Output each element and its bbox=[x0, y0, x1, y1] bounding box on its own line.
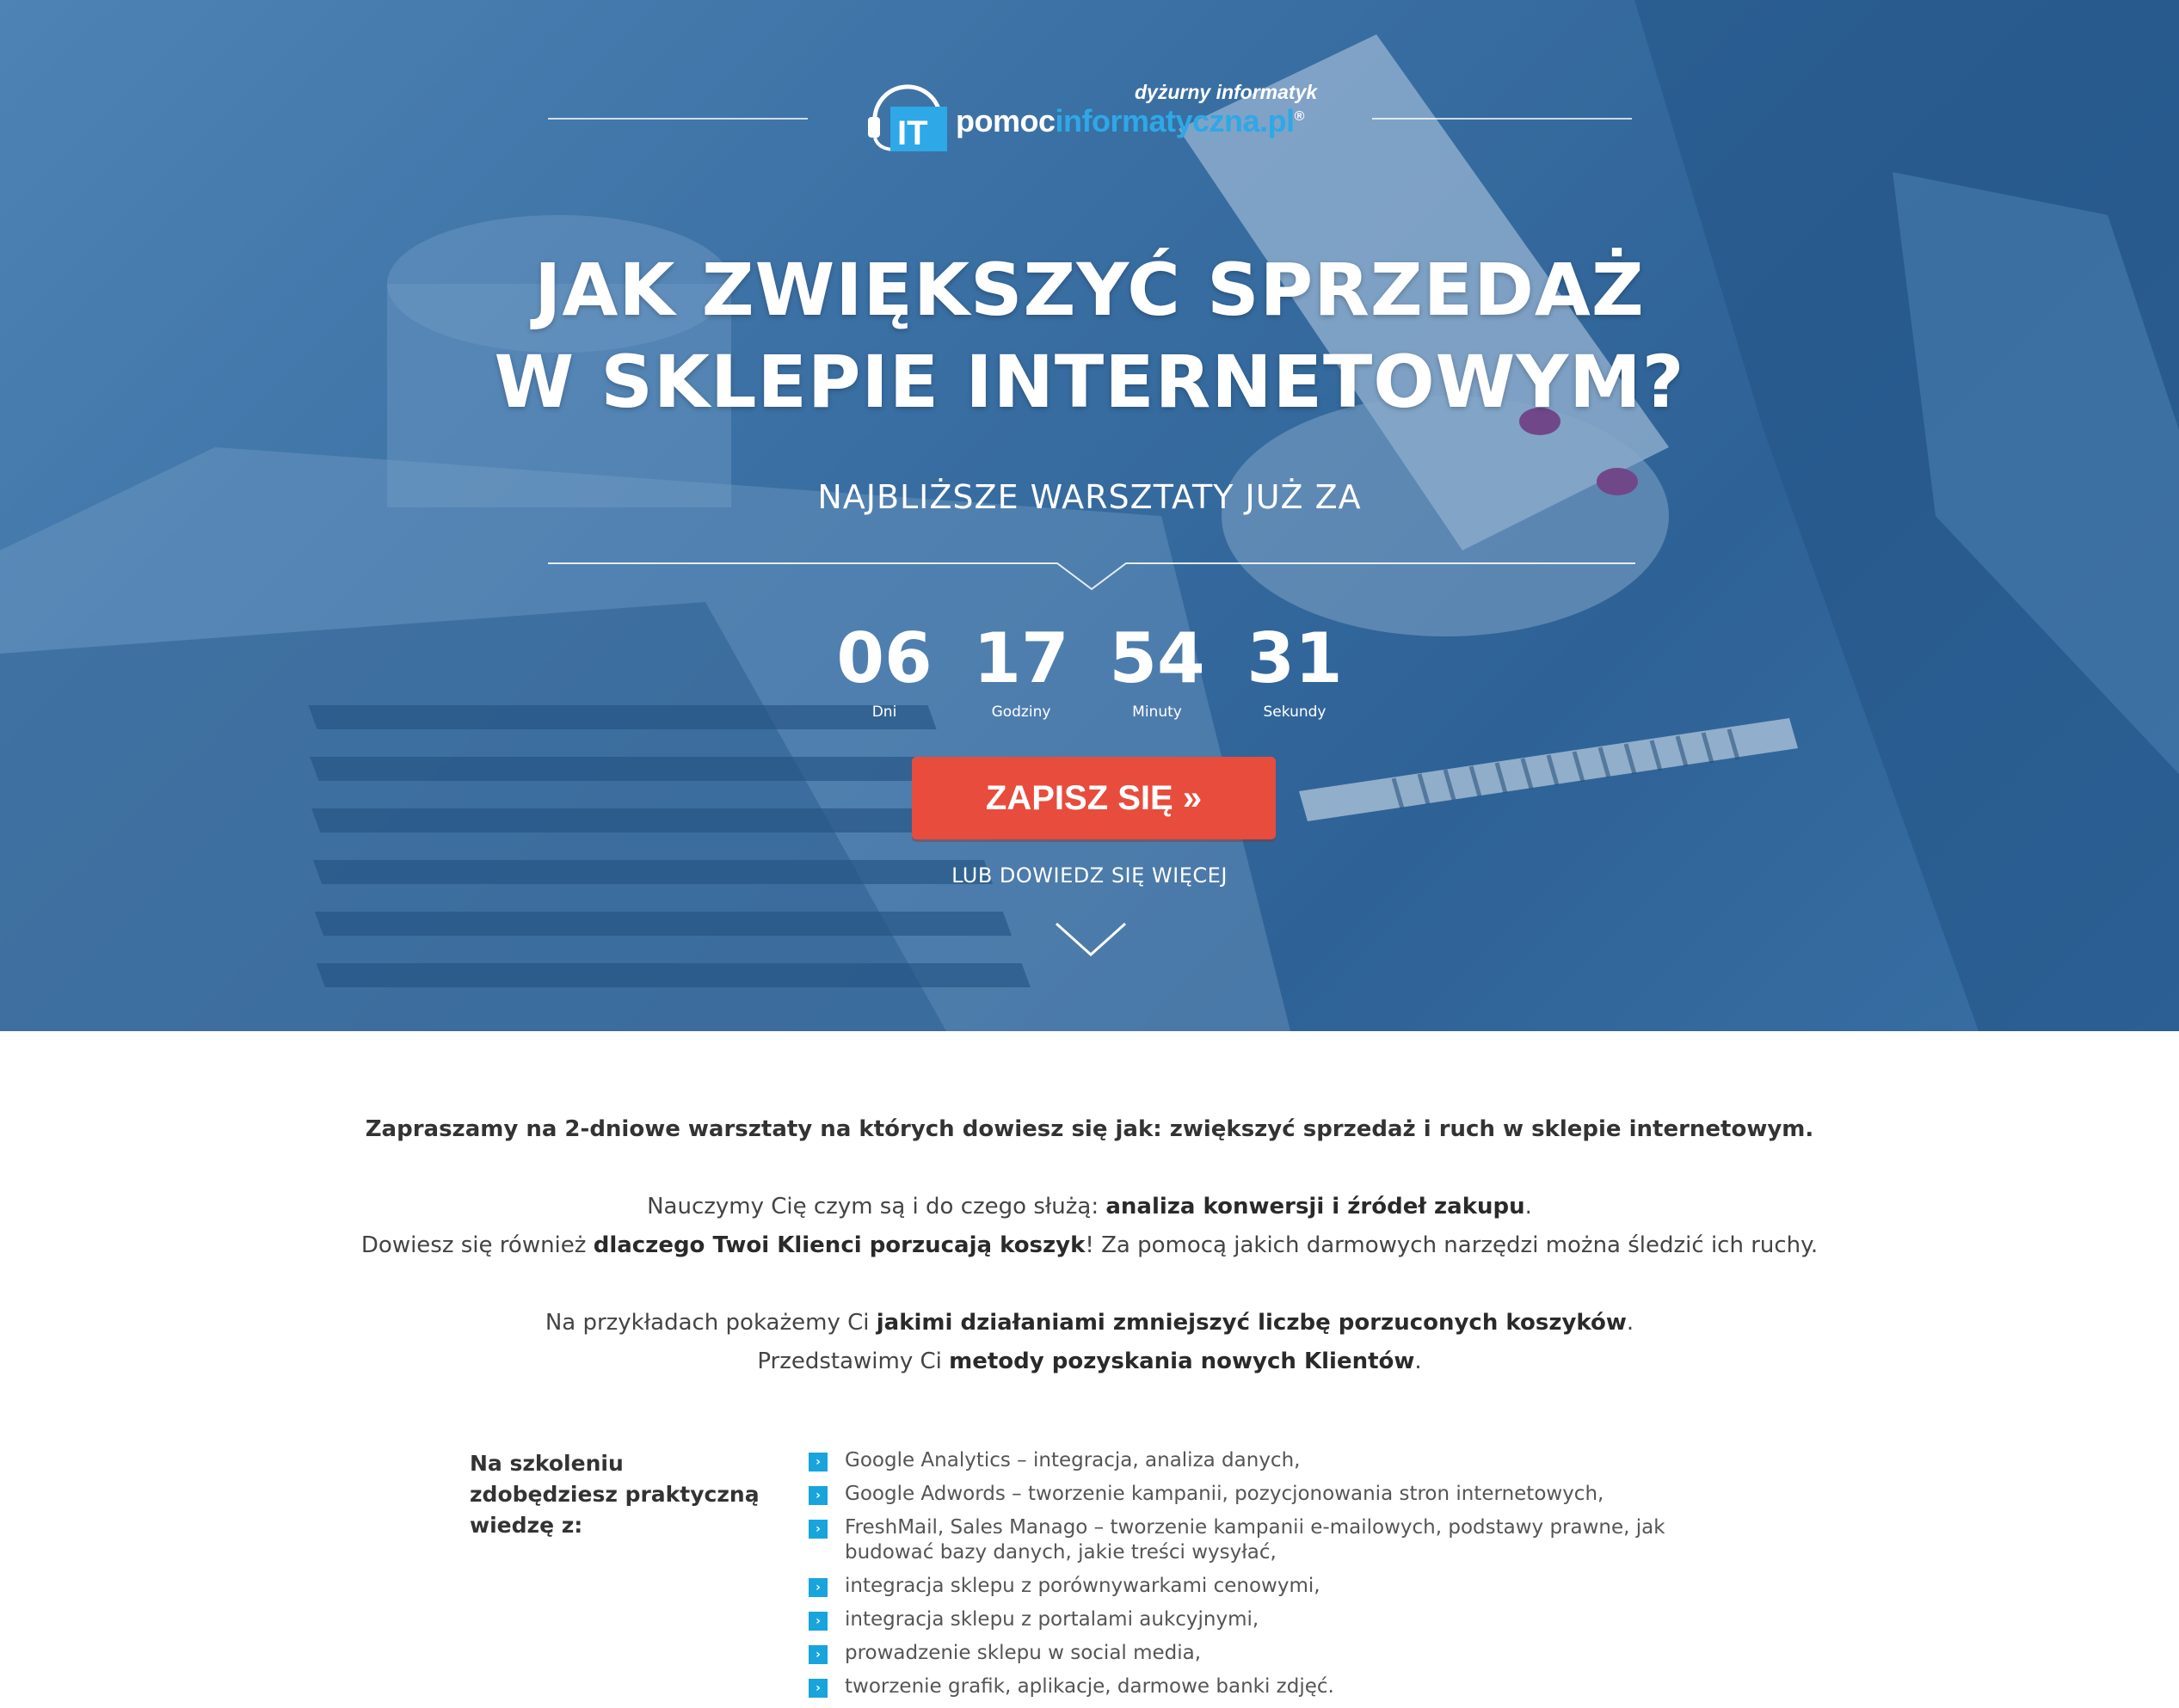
chevron-right-icon: › bbox=[809, 1612, 828, 1631]
paragraph-examples-end: . bbox=[1626, 1310, 1634, 1336]
paragraph-examples-text: Na przykładach pokażemy Ci bbox=[545, 1310, 877, 1336]
countdown-days-label: Dni bbox=[871, 703, 897, 721]
chevron-right-icon: › bbox=[809, 1645, 828, 1664]
logo-name-blue: informatyczna.pl bbox=[1055, 103, 1296, 138]
list-item-text: integracja sklepu z porównywarkami cenow… bbox=[845, 1575, 1320, 1597]
paragraph-clients-text: Przedstawimy Ci bbox=[757, 1349, 950, 1374]
list-item-text: Google Analytics – integracja, analiza d… bbox=[845, 1449, 1301, 1471]
list-item: › integracja sklepu z porównywarkami ceno… bbox=[809, 1574, 1703, 1599]
list-item: › prowadzenie sklepu w social media, bbox=[809, 1641, 1703, 1666]
site-logo[interactable]: dyżurny informatyk IT pomocinformatyczna… bbox=[865, 76, 1329, 153]
paragraph-cart-bold: dlaczego Twoi Klienci porzucają koszyk bbox=[593, 1232, 1086, 1258]
list-item-text: tworzenie grafik, aplikacje, darmowe ban… bbox=[845, 1675, 1334, 1698]
countdown-minutes-value: 54 bbox=[1109, 618, 1205, 698]
hero-section: dyżurny informatyk IT pomocinformatyczna… bbox=[0, 0, 2179, 1031]
countdown-minutes: 54 Minuty bbox=[1088, 617, 1226, 721]
chevron-down-icon[interactable] bbox=[1055, 920, 1127, 958]
paragraph-examples-bold: jakimi działaniami zmniejszyć liczbę por… bbox=[876, 1310, 1627, 1336]
countdown-hours-value: 17 bbox=[973, 618, 1069, 698]
logo-wordmark: pomocinformatyczna.pl® bbox=[956, 103, 1304, 139]
countdown-days-value: 06 bbox=[836, 618, 933, 698]
hero-title-line-1: JAK ZWIĘKSZYĆ SPRZEDAŻ bbox=[534, 248, 1645, 332]
skills-heading: Na szkoleniu zdobędziesz praktyczną wied… bbox=[470, 1451, 760, 1538]
paragraph-cart-text: Dowiesz się również bbox=[360, 1232, 594, 1258]
countdown-hours-label: Godziny bbox=[991, 703, 1051, 721]
list-item: › tworzenie grafik, aplikacje, darmowe ba… bbox=[809, 1674, 1703, 1699]
list-item-text: Google Adwords – tworzenie kampanii, poz… bbox=[845, 1483, 1604, 1505]
list-item-text: prowadzenie sklepu w social media, bbox=[845, 1642, 1202, 1664]
countdown-divider bbox=[548, 562, 1635, 591]
list-item-text: FreshMail, Sales Manago – tworzenie kamp… bbox=[845, 1516, 1665, 1564]
paragraph-conversion-text: Nauczymy Cię czym są i do czego służą: bbox=[647, 1194, 1106, 1220]
list-item: › Google Adwords – tworzenie kampanii, po… bbox=[809, 1482, 1703, 1507]
chevron-right-icon: › bbox=[809, 1679, 828, 1698]
chevron-right-icon: › bbox=[809, 1520, 828, 1539]
hero-title-line-2: W SKLEPIE INTERNETOWYM? bbox=[494, 340, 1685, 424]
countdown-seconds-value: 31 bbox=[1246, 618, 1343, 698]
paragraph-conversion-end: . bbox=[1524, 1194, 1532, 1220]
intro-text: Zapraszamy na 2-dniowe warsztaty na któr… bbox=[365, 1116, 1814, 1142]
logo-tagline: dyżurny informatyk bbox=[1135, 81, 1318, 103]
hero-subtitle: NAJBLIŻSZE WARSZTATY JUŻ ZA bbox=[817, 478, 1362, 516]
signup-button[interactable]: ZAPISZ SIĘ » bbox=[912, 757, 1276, 839]
list-item: › integracja sklepu z portalami aukcyjnym… bbox=[809, 1607, 1703, 1632]
list-item: › FreshMail, Sales Manago – tworzenie kam… bbox=[809, 1515, 1703, 1565]
paragraph-cart-end: ! Za pomocą jakich darmowych narzędzi mo… bbox=[1085, 1232, 1819, 1258]
logo-divider-right bbox=[1372, 118, 1632, 120]
countdown-seconds: 31 Sekundy bbox=[1226, 617, 1363, 721]
headset-it-icon: IT bbox=[868, 84, 947, 152]
paragraph-examples: Na przykładach pokażemy Ci jakimi działa… bbox=[0, 1310, 2179, 1336]
chevron-right-icon: › bbox=[809, 1486, 828, 1505]
chevron-right-icon: › bbox=[809, 1578, 828, 1597]
countdown-days: 06 Dni bbox=[816, 617, 953, 721]
logo-trademark: ® bbox=[1294, 109, 1305, 124]
list-item: › Google Analytics – integracja, analiza … bbox=[809, 1448, 1703, 1473]
countdown-seconds-label: Sekundy bbox=[1263, 703, 1326, 721]
paragraph-clients-bold: metody pozyskania nowych Klientów bbox=[949, 1349, 1415, 1374]
list-item-text: integracja sklepu z portalami aukcyjnymi… bbox=[845, 1608, 1259, 1631]
countdown-hours: 17 Godziny bbox=[952, 617, 1090, 721]
skills-list: › Google Analytics – integracja, analiza … bbox=[809, 1448, 1703, 1708]
paragraph-conversion: Nauczymy Cię czym są i do czego służą: a… bbox=[0, 1194, 2179, 1220]
paragraph-clients-end: . bbox=[1414, 1349, 1422, 1374]
paragraph-conversion-bold: analiza konwersji i źródeł zakupu bbox=[1105, 1194, 1525, 1220]
logo-name-white: pomoc bbox=[956, 103, 1056, 138]
paragraph-clients: Przedstawimy Ci metody pozyskania nowych… bbox=[0, 1349, 2179, 1374]
paragraph-cart: Dowiesz się również dlaczego Twoi Klienc… bbox=[0, 1232, 2179, 1258]
countdown-minutes-label: Minuty bbox=[1132, 703, 1182, 721]
chevron-right-icon: › bbox=[809, 1453, 828, 1471]
svg-text:IT: IT bbox=[897, 114, 928, 152]
logo-divider-left bbox=[548, 118, 808, 120]
learn-more-link[interactable]: LUB DOWIEDZ SIĘ WIĘCEJ bbox=[0, 863, 2179, 888]
